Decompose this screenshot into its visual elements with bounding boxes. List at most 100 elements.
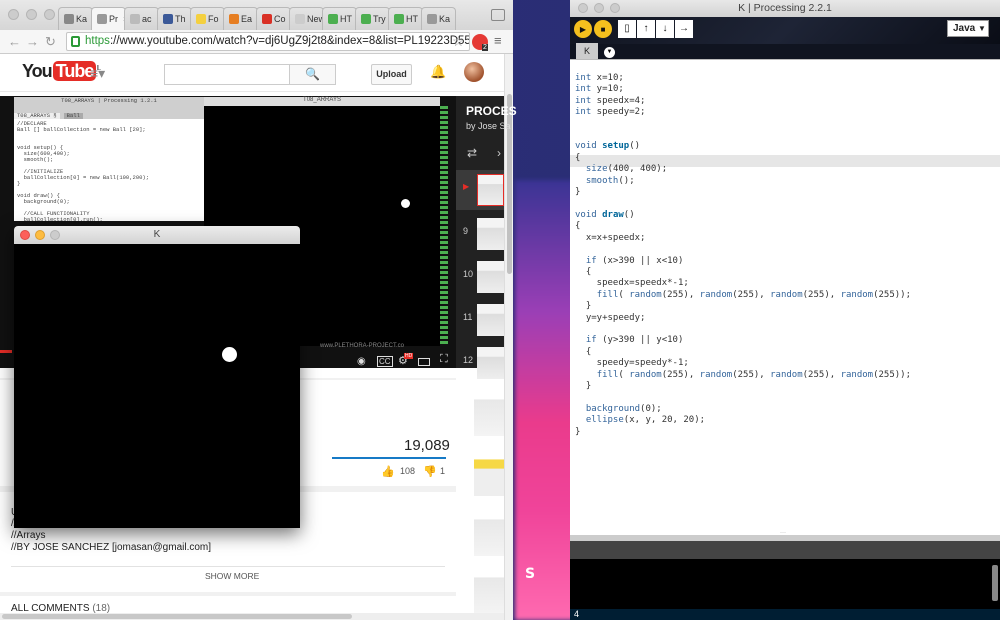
export-button[interactable]: → [675,20,693,38]
browser-tab[interactable]: Th [157,7,192,30]
browser-tab[interactable]: Try [355,7,390,30]
playlist-thumbnail[interactable] [477,174,504,206]
code-line: } [575,187,581,198]
zoom-button[interactable] [50,230,60,240]
browser-tab[interactable]: HT [322,7,357,30]
captions-icon[interactable]: CC [377,356,393,367]
reload-icon[interactable]: ↻ [45,34,56,50]
related-video-thumb[interactable] [474,568,504,614]
close-button[interactable] [578,3,588,13]
browser-tab[interactable]: ac [124,7,159,30]
code-line: fill( random(255), random(255), random(2… [596,369,912,380]
console[interactable] [570,559,1000,609]
open-button[interactable]: ↑ [637,20,655,38]
favicon-icon [394,14,404,24]
guide-menu-icon[interactable]: ≡▾ [90,65,105,82]
code-text[interactable]: int x=10; int y=10; int speedx=4; int speed… [575,73,911,438]
playlist-thumbnail[interactable] [477,261,504,293]
minimize-button[interactable] [35,230,45,240]
back-icon[interactable]: ← [8,34,21,49]
browser-tab[interactable]: New [289,7,324,30]
code-line: { [575,152,581,163]
profile-icon[interactable] [491,9,505,21]
loop-icon[interactable]: ⇄ [467,146,477,160]
like-icon[interactable]: 👍 [381,465,395,478]
console-scrollbar[interactable] [992,565,998,601]
show-more-button[interactable]: SHOW MORE [205,571,259,581]
address-bar[interactable]: https://www.youtube.com/watch?v=dj6UgZ9j… [66,32,470,51]
related-video-thumb[interactable] [474,510,504,556]
sketch-window: K [14,226,300,528]
shuffle-icon[interactable]: › [497,146,501,160]
annotations-icon[interactable]: ◉ [357,356,366,367]
browser-tab[interactable]: Fo [190,7,225,30]
close-button[interactable] [8,9,19,20]
favicon-icon [97,14,107,24]
dislike-icon[interactable]: 👎 [423,465,437,478]
playlist-index: 9 [463,226,469,236]
avatar[interactable] [464,62,484,82]
tab-k[interactable]: K [576,43,598,59]
progress-bar[interactable] [0,350,12,353]
upload-button[interactable]: Upload [371,64,412,85]
forward-icon[interactable]: → [26,34,39,49]
ide-titlebar: K | Processing 2.2.1 [570,0,1000,17]
search-input[interactable] [164,64,290,85]
horizontal-scrollbar[interactable] [0,613,504,620]
minimize-button[interactable] [594,3,604,13]
search-button[interactable]: 🔍 [289,64,336,85]
page-scrollbar[interactable] [504,54,513,620]
video-side-stripe [440,106,448,346]
code-line: { [575,221,581,232]
code-line: { [575,266,592,277]
stop-button[interactable]: ■ [594,20,612,38]
extension-badge: 2 [482,44,488,51]
run-button[interactable]: ▶ [574,20,592,38]
favicon-icon [427,14,437,24]
related-video-thumb[interactable] [474,390,504,436]
code-line: x=x+speedx; [575,232,646,243]
console-header [570,541,1000,559]
zoom-button[interactable] [44,9,55,20]
code-line: speedx=speedx*-1; [575,278,689,289]
code-editor[interactable]: int x=10; int y=10; int speedx=4; int speed… [570,59,1000,536]
playlist-thumbnail[interactable] [477,347,504,379]
playlist-index: 10 [463,269,474,279]
zoom-button[interactable] [610,3,620,13]
theater-mode-icon[interactable] [418,358,430,366]
save-button[interactable]: ↓ [656,20,674,38]
notification-bell-icon[interactable]: 🔔 [430,64,446,80]
dislike-count: 1 [440,466,446,476]
code-line: background(0); [585,403,662,414]
fullscreen-icon[interactable]: ⛶ [440,353,448,366]
menu-icon[interactable]: ≡ [494,33,502,48]
browser-tab[interactable]: Co [256,7,291,30]
playlist-title[interactable]: PROCES [466,104,517,118]
browser-tab[interactable]: Ea [223,7,258,30]
close-button[interactable] [20,230,30,240]
minimize-button[interactable] [26,9,37,20]
code-line: fill( random(255), random(255), random(2… [596,289,912,300]
browser-tab[interactable]: Ka [58,7,93,30]
code-line: } [575,301,592,312]
favicon-icon [295,14,305,24]
mode-selector[interactable]: Java ▼ [947,20,989,37]
playlist-thumbnail[interactable] [477,304,504,336]
browser-tab[interactable]: Ka [421,7,456,30]
code-line: speedy=speedy*-1; [575,358,689,369]
tab-menu-icon[interactable]: ▼ [604,47,615,58]
tab-strip: KaPr×acThFoEaCoNewHTTryHTKa [0,0,513,30]
star-icon[interactable]: ☆ [452,33,465,50]
browser-tab[interactable]: HT [388,7,423,30]
line-number-status: 4 [570,609,1000,620]
playlist-thumbnail[interactable] [477,218,504,250]
favicon-icon [163,14,173,24]
ide-toolbar: ▶ ■ ▯ ↑ ↓ → Java ▼ [570,17,1000,44]
related-video-thumb[interactable] [474,450,504,496]
new-button[interactable]: ▯ [618,20,636,38]
youtube-logo[interactable]: You Tube IL [22,61,101,82]
browser-tab[interactable]: Pr× [91,7,126,30]
